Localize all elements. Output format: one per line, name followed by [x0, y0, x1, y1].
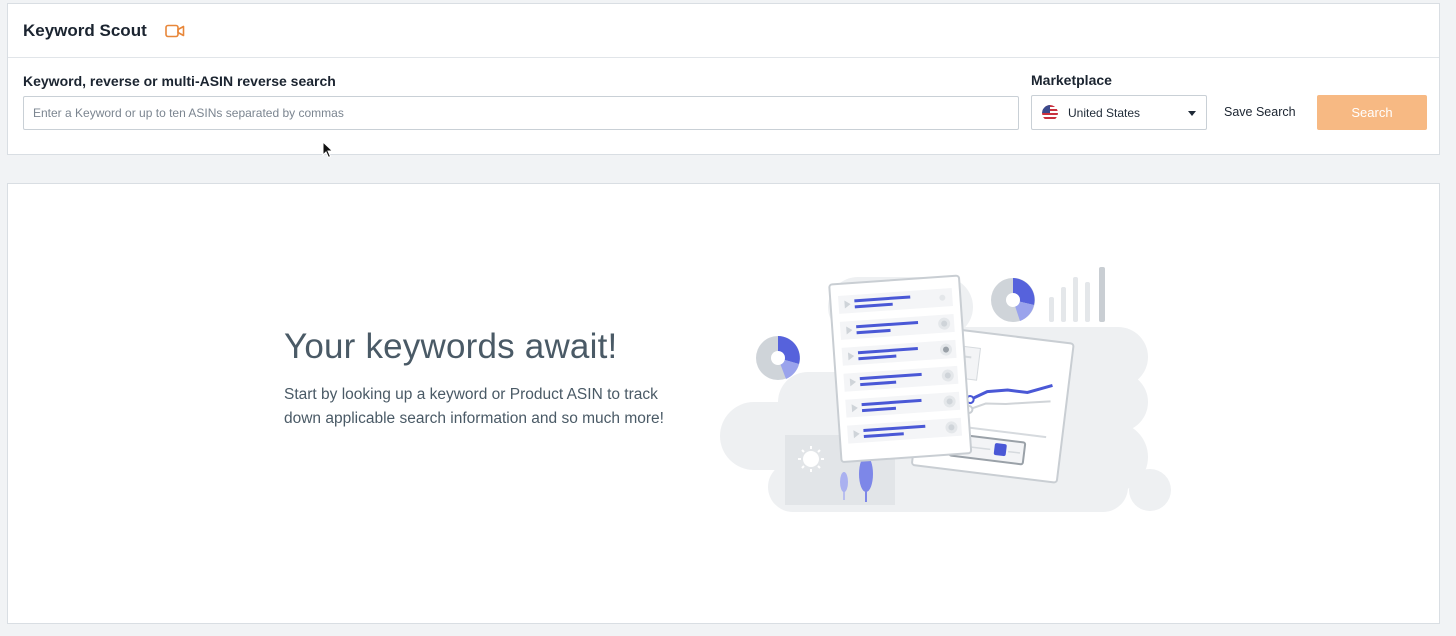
results-panel: Your keywords await! Start by looking up…	[7, 183, 1440, 624]
marketplace-select[interactable]: United States	[1031, 95, 1207, 130]
empty-state-heading: Your keywords await!	[284, 327, 618, 366]
page-title: Keyword Scout	[23, 20, 147, 40]
search-button[interactable]: Search	[1317, 95, 1427, 130]
search-label: Keyword, reverse or multi-ASIN reverse s…	[23, 73, 336, 89]
marketplace-label: Marketplace	[1031, 72, 1112, 88]
video-camera-icon[interactable]	[164, 24, 185, 38]
save-search-button[interactable]: Save Search	[1220, 95, 1300, 130]
search-panel: Keyword Scout Keyword, reverse or multi-…	[7, 3, 1440, 155]
search-input[interactable]	[23, 96, 1019, 130]
marketplace-value: United States	[1068, 105, 1141, 120]
empty-state-body: Start by looking up a keyword or Product…	[284, 386, 664, 427]
us-flag-icon	[1042, 104, 1058, 121]
chevron-down-icon	[1188, 111, 1196, 116]
search-row: Keyword, reverse or multi-ASIN reverse s…	[8, 58, 1439, 154]
title-bar: Keyword Scout	[8, 4, 1439, 58]
keywords-illustration	[708, 262, 1178, 527]
mouse-cursor-icon	[322, 140, 334, 164]
